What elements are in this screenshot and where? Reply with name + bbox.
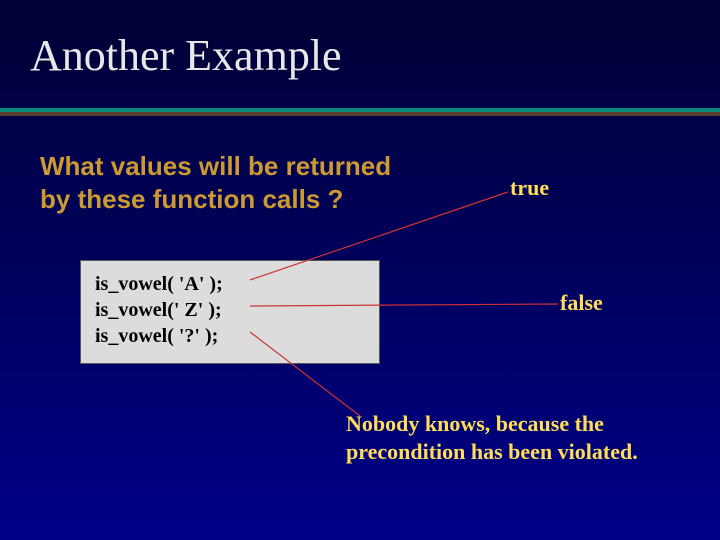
question-line2: by these function calls ? — [40, 184, 343, 214]
divider-bottom — [0, 112, 720, 116]
footnote-line2: precondition has been violated. — [346, 439, 638, 464]
code-box: is_vowel( 'A' ); is_vowel(' Z' ); is_vow… — [80, 260, 380, 364]
answer-true: true — [510, 175, 549, 201]
question-text: What values will be returned by these fu… — [40, 150, 440, 215]
code-line-2: is_vowel(' Z' ); — [95, 297, 365, 323]
answer-false: false — [560, 290, 603, 316]
code-line-3: is_vowel( '?' ); — [95, 323, 365, 349]
code-line-1: is_vowel( 'A' ); — [95, 271, 365, 297]
footnote-text: Nobody knows, because the precondition h… — [346, 410, 706, 465]
footnote-line1: Nobody knows, because the — [346, 411, 604, 436]
question-line1: What values will be returned — [40, 151, 391, 181]
slide-title: Another Example — [30, 30, 342, 81]
